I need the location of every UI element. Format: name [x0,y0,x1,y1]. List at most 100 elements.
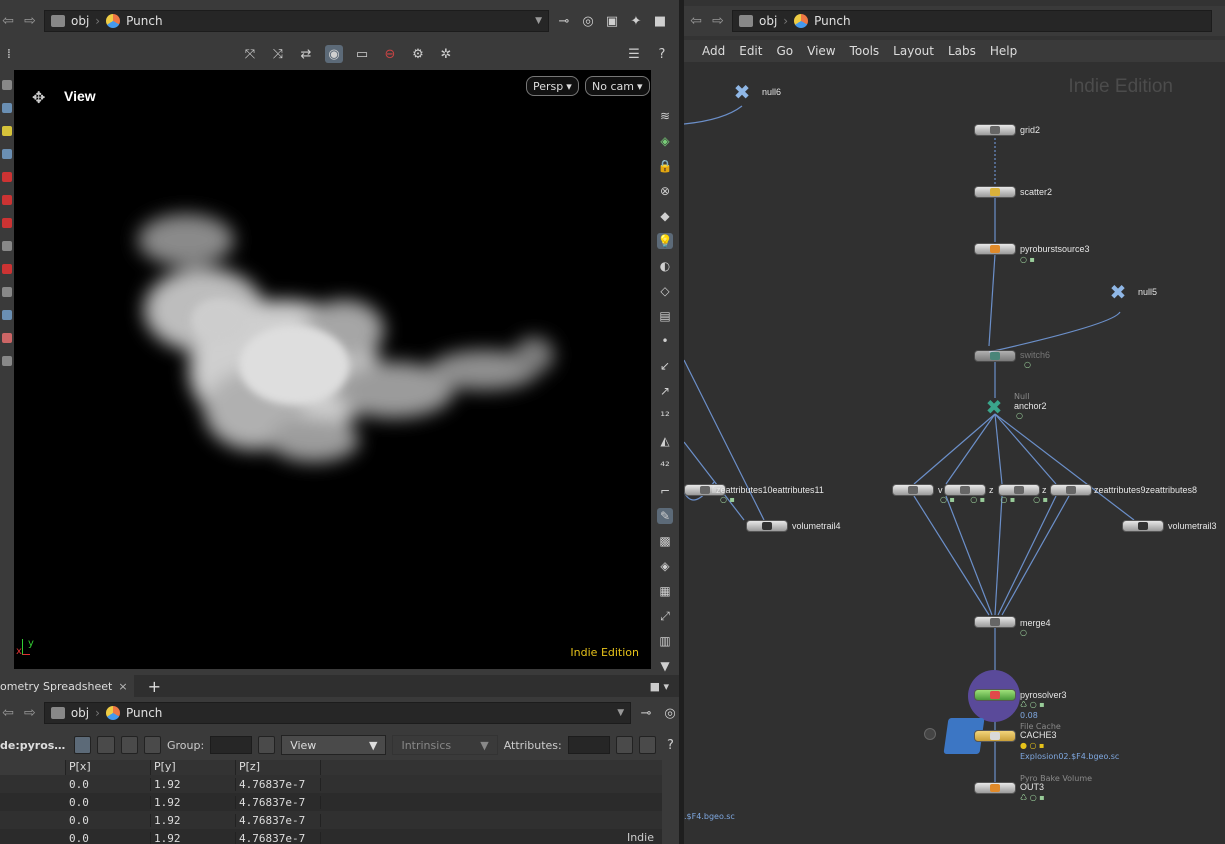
add-tab-icon[interactable]: + [148,677,161,696]
group-icon[interactable]: ▤ [657,308,673,324]
brush-tool-icon[interactable] [2,172,12,182]
close-icon[interactable]: × [118,680,127,693]
layer-stack-icon[interactable]: ◈ [657,558,673,574]
chevron-down-icon[interactable]: ▼ [657,658,673,674]
path-root[interactable]: obj [71,14,89,28]
link-icon[interactable]: ◎ [579,12,597,30]
snap-edge-icon[interactable]: ⤨ [269,45,287,63]
magnet-tool-icon[interactable] [2,264,12,274]
forward-arrow-icon[interactable]: ⇨ [710,13,726,29]
back-arrow-icon[interactable]: ⇦ [0,13,16,29]
column-header[interactable]: P[x] [66,760,151,775]
forward-arrow-icon[interactable]: ⇨ [22,705,38,721]
column-header[interactable]: P[y] [151,760,236,775]
node-grid2[interactable] [974,124,1016,136]
table-row[interactable]: 0.0 1.92 4.76837e-7 [0,793,662,811]
primitives-mode-icon[interactable] [120,736,138,754]
measure-tool-icon[interactable] [2,333,12,343]
checker-icon[interactable]: ▩ [657,533,673,549]
menu-help[interactable]: Help [990,44,1017,58]
point-icon[interactable]: • [657,333,673,349]
network-path-field[interactable]: obj › Punch [732,10,1212,32]
move-tool-icon[interactable] [2,103,12,113]
pin-vertex-icon[interactable]: ↗ [657,383,673,399]
table-row[interactable]: 0.0 1.92 4.76837e-7 [0,829,662,844]
display-square-icon[interactable]: ■ [651,12,669,30]
vertices-mode-icon[interactable] [97,736,115,754]
link-icon[interactable]: ◎ [661,704,679,722]
view-tool-icon[interactable] [2,310,12,320]
filter-icon[interactable] [615,736,633,754]
pin-icon[interactable]: ⊸ [555,12,573,30]
numbers-icon[interactable]: ¹² [657,408,673,424]
node-scatter2[interactable] [974,186,1016,198]
no-entry-icon[interactable]: ⊖ [381,45,399,63]
node-resize-d[interactable] [1050,484,1092,496]
node-merge4[interactable] [974,616,1016,628]
3d-viewport[interactable]: ✥ View Persp ▾ No cam ▾ y x Indie Editio… [14,70,651,669]
filter-icon[interactable] [258,736,276,754]
menu-labs[interactable]: Labs [948,44,976,58]
node-volumetrail4[interactable] [746,520,788,532]
minus-icon[interactable] [924,728,936,740]
marker-icon[interactable]: ◆ [657,208,673,224]
null-node-icon[interactable]: ✖ [729,81,755,103]
node-out3[interactable] [974,782,1016,794]
tab-geometry-spreadsheet[interactable]: ometry Spreadsheet × [0,675,134,697]
pose-tool-icon[interactable] [2,149,12,159]
back-arrow-icon[interactable]: ⇦ [688,13,704,29]
chevron-down-icon[interactable]: ▼ [617,708,624,718]
path-network[interactable]: Punch [126,706,162,720]
node-network-canvas[interactable]: Indie Edition ✖ null6 grid2 scatter2 pyr… [684,62,1225,844]
select-tool-icon[interactable] [2,80,12,90]
xray-icon[interactable]: ⊗ [657,183,673,199]
curve-icon[interactable]: ⌐ [657,483,673,499]
menu-layout[interactable]: Layout [893,44,934,58]
intrinsics-combo[interactable]: Intrinsics ▼ [392,735,498,755]
path-network[interactable]: Punch [126,14,162,28]
prim-numbers-icon[interactable]: ⁴² [657,458,673,474]
flipbook-icon[interactable]: ✲ [437,45,455,63]
normal-icon[interactable]: ↙ [657,358,673,374]
pane-menu-icon[interactable]: ■ ▾ [650,680,669,693]
path-network[interactable]: Punch [814,14,850,28]
help-icon[interactable]: ? [662,736,679,754]
null-node-icon[interactable]: ✖ [1105,281,1131,303]
node-volumetrail3[interactable] [1122,520,1164,532]
node-cache3[interactable] [974,730,1016,742]
film-icon[interactable]: ▥ [657,633,673,649]
forward-arrow-icon[interactable]: ⇨ [22,13,38,29]
fill-icon[interactable]: ◭ [657,433,673,449]
chevron-down-icon[interactable]: ▼ [535,16,542,26]
view-combo[interactable]: View ▼ [281,735,387,755]
view-cam-icon[interactable]: ▭ [353,45,371,63]
uv-icon[interactable]: ▦ [657,583,673,599]
pin-icon[interactable]: ⊸ [637,704,655,722]
column-header[interactable]: P[z] [236,760,321,775]
viewport-path-field[interactable]: obj › Punch ▼ [44,10,549,32]
table-scrollbar[interactable] [662,760,676,844]
wire-icon[interactable]: ◇ [657,283,673,299]
attributes-input[interactable] [567,736,610,754]
table-row[interactable]: 0.0 1.92 4.76837e-7 [0,811,662,829]
draw-icon[interactable]: ✎ [657,508,673,524]
snap-point-icon[interactable]: ⤧ [241,45,259,63]
back-arrow-icon[interactable]: ⇦ [0,705,16,721]
orbit-tool-icon[interactable] [2,287,12,297]
anchor-node-icon[interactable]: ✖ [981,396,1007,418]
handle-tool-icon[interactable] [2,126,12,136]
lightbulb-icon[interactable]: 💡 [657,233,673,249]
ghost-icon[interactable]: ◈ [657,133,673,149]
detail-mode-icon[interactable] [143,736,161,754]
path-root[interactable]: obj [759,14,777,28]
snap-toggle-icon[interactable]: ⇄ [297,45,315,63]
knife-tool-icon[interactable] [2,241,12,251]
node-pyrosolver3[interactable] [974,689,1016,701]
node-switch6[interactable] [974,350,1016,362]
menu-go[interactable]: Go [776,44,793,58]
group-input[interactable] [210,736,253,754]
layers-icon[interactable]: ≋ [657,108,673,124]
node-resize-a[interactable] [892,484,934,496]
menu-add[interactable]: Add [702,44,725,58]
render-icon[interactable]: ⚙ [409,45,427,63]
